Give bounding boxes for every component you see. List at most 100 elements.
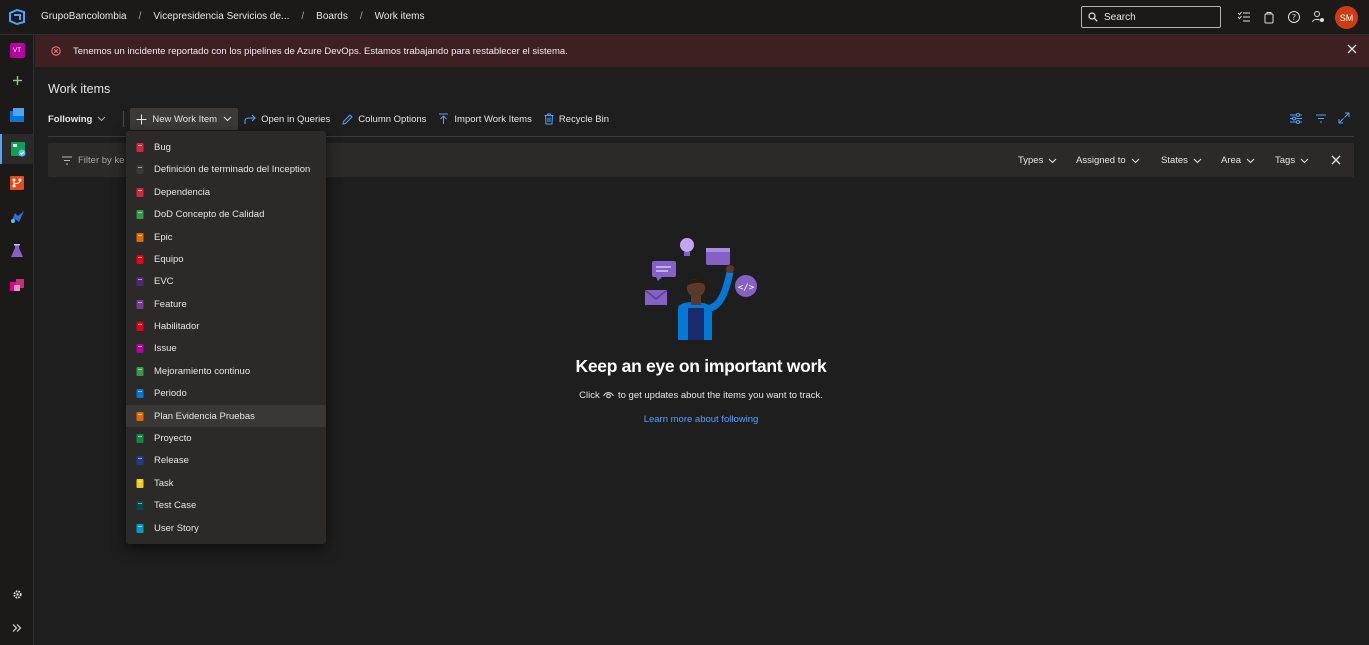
add-icon[interactable] xyxy=(0,65,34,95)
test-case-icon xyxy=(134,499,146,511)
svg-text:</>: </> xyxy=(738,283,755,293)
filter-keyword-input[interactable]: Filter by ke xyxy=(62,155,124,166)
new-work-item-button[interactable]: New Work Item xyxy=(130,108,239,130)
test-evidence-plan-icon xyxy=(134,410,146,422)
user-settings-icon[interactable] xyxy=(1311,10,1325,24)
menu-item-label: Plan Evidencia Pruebas xyxy=(154,410,255,422)
menu-item-equipo[interactable]: Equipo xyxy=(126,248,326,270)
menu-item-label: Habilitador xyxy=(154,320,200,332)
artifacts-icon[interactable] xyxy=(0,270,34,300)
menu-item-mejoramiento-continuo[interactable]: Mejoramiento continuo xyxy=(126,360,326,382)
column-options-button[interactable]: Column Options xyxy=(336,108,432,130)
repos-icon[interactable] xyxy=(0,168,34,198)
breadcrumb-boards[interactable]: Boards xyxy=(316,11,348,22)
pipelines-icon[interactable] xyxy=(0,202,34,232)
filter-tags[interactable]: Tags xyxy=(1275,155,1309,166)
menu-item-label: Release xyxy=(154,454,189,466)
following-illustration: </> xyxy=(644,238,757,340)
fullscreen-icon[interactable] xyxy=(1338,112,1350,124)
filter-tags-label: Tags xyxy=(1275,155,1296,166)
menu-item-periodo[interactable]: Periodo xyxy=(126,382,326,404)
menu-item-epic[interactable]: Epic xyxy=(126,226,326,248)
project-settings-icon[interactable] xyxy=(0,579,34,609)
project-initials: VT xyxy=(9,42,25,58)
menu-item-dependencia[interactable]: Dependencia xyxy=(126,181,326,203)
filter-area[interactable]: Area xyxy=(1221,155,1255,166)
filter-assigned-to-label: Assigned to xyxy=(1076,155,1126,166)
boards-icon[interactable] xyxy=(0,134,34,164)
menu-item-label: Periodo xyxy=(154,387,187,399)
chevron-down-icon xyxy=(1300,158,1309,163)
project-avatar[interactable]: VT xyxy=(0,35,34,65)
menu-item-habilitador[interactable]: Habilitador xyxy=(126,315,326,337)
filter-states-label: States xyxy=(1161,155,1188,166)
filter-keyword-placeholder: Filter by ke xyxy=(78,155,125,166)
filter-states[interactable]: States xyxy=(1161,155,1202,166)
menu-item-label: User Story xyxy=(154,522,199,534)
azure-devops-logo-icon[interactable] xyxy=(8,8,26,26)
view-options-icon[interactable] xyxy=(1290,112,1302,124)
menu-item-issue[interactable]: Issue xyxy=(126,337,326,359)
column-options-label: Column Options xyxy=(358,113,427,125)
test-plans-icon[interactable] xyxy=(0,236,34,266)
breadcrumb-org[interactable]: GrupoBancolombia xyxy=(41,11,127,22)
menu-item-task[interactable]: Task xyxy=(126,472,326,494)
filter-types[interactable]: Types xyxy=(1018,155,1057,166)
empty-state-subtitle-prefix: Click xyxy=(579,390,600,401)
menu-item-definici-n-de-terminado-del-inception[interactable]: Definición de terminado del Inception xyxy=(126,158,326,180)
menu-item-release[interactable]: Release xyxy=(126,449,326,471)
page-title: Work items xyxy=(48,82,111,96)
following-dropdown[interactable]: Following xyxy=(48,108,117,130)
continuous-improvement-icon xyxy=(134,365,146,377)
enabler-icon xyxy=(134,320,146,332)
menu-item-label: Dependencia xyxy=(154,186,210,198)
menu-item-feature[interactable]: Feature xyxy=(126,293,326,315)
toolbar-divider xyxy=(123,111,125,127)
period-icon xyxy=(134,387,146,399)
menu-item-plan-evidencia-pruebas[interactable]: Plan Evidencia Pruebas xyxy=(126,405,326,427)
close-banner-icon[interactable] xyxy=(1347,44,1357,54)
trash-icon xyxy=(544,113,554,125)
breadcrumb-project[interactable]: Vicepresidencia Servicios de... xyxy=(153,11,289,22)
menu-item-label: Issue xyxy=(154,342,177,354)
svg-text:?: ? xyxy=(1292,13,1296,22)
following-label: Following xyxy=(48,113,93,125)
top-bar: GrupoBancolombia / Vicepresidencia Servi… xyxy=(0,0,1369,35)
new-work-item-menu: Bug Definición de terminado del Inception… xyxy=(126,131,326,544)
evc-icon xyxy=(134,275,146,287)
project-icon xyxy=(134,432,146,444)
open-in-queries-button[interactable]: Open in Queries xyxy=(238,108,336,130)
open-in-queries-label: Open in Queries xyxy=(261,113,331,125)
help-icon[interactable]: ? xyxy=(1287,10,1301,24)
pencil-icon xyxy=(342,113,353,125)
feature-trophy-icon xyxy=(134,298,146,310)
menu-item-label: Mejoramiento continuo xyxy=(154,365,251,377)
menu-item-dod-concepto-de-calidad[interactable]: DoD Concepto de Calidad xyxy=(126,203,326,225)
filter-area-label: Area xyxy=(1221,155,1242,166)
menu-item-label: DoD Concepto de Calidad xyxy=(154,208,265,220)
error-icon xyxy=(51,46,61,56)
recycle-bin-button[interactable]: Recycle Bin xyxy=(538,108,615,130)
search-input[interactable]: Search xyxy=(1081,6,1221,28)
menu-item-label: Feature xyxy=(154,298,187,310)
task-list-icon[interactable] xyxy=(1237,10,1251,24)
menu-item-evc[interactable]: EVC xyxy=(126,270,326,292)
expand-nav-icon[interactable] xyxy=(0,613,34,643)
import-work-items-button[interactable]: Import Work Items xyxy=(432,108,537,130)
menu-item-user-story[interactable]: User Story xyxy=(126,517,326,539)
menu-item-bug[interactable]: Bug xyxy=(126,136,326,158)
filter-icon[interactable] xyxy=(1315,112,1327,124)
menu-item-test-case[interactable]: Test Case xyxy=(126,494,326,516)
chevron-down-icon xyxy=(1193,158,1202,163)
clear-filters-icon[interactable] xyxy=(1331,155,1341,165)
menu-item-label: Definición de terminado del Inception xyxy=(154,163,311,175)
team-icon xyxy=(134,253,146,265)
user-avatar[interactable]: SM xyxy=(1335,6,1358,29)
upload-icon xyxy=(439,113,449,124)
filter-assigned-to[interactable]: Assigned to xyxy=(1076,155,1140,166)
marketplace-bag-icon[interactable] xyxy=(1262,10,1276,24)
overview-icon[interactable] xyxy=(0,100,34,130)
new-work-item-label: New Work Item xyxy=(152,113,218,125)
breadcrumb-work-items[interactable]: Work items xyxy=(375,11,425,22)
menu-item-proyecto[interactable]: Proyecto xyxy=(126,427,326,449)
